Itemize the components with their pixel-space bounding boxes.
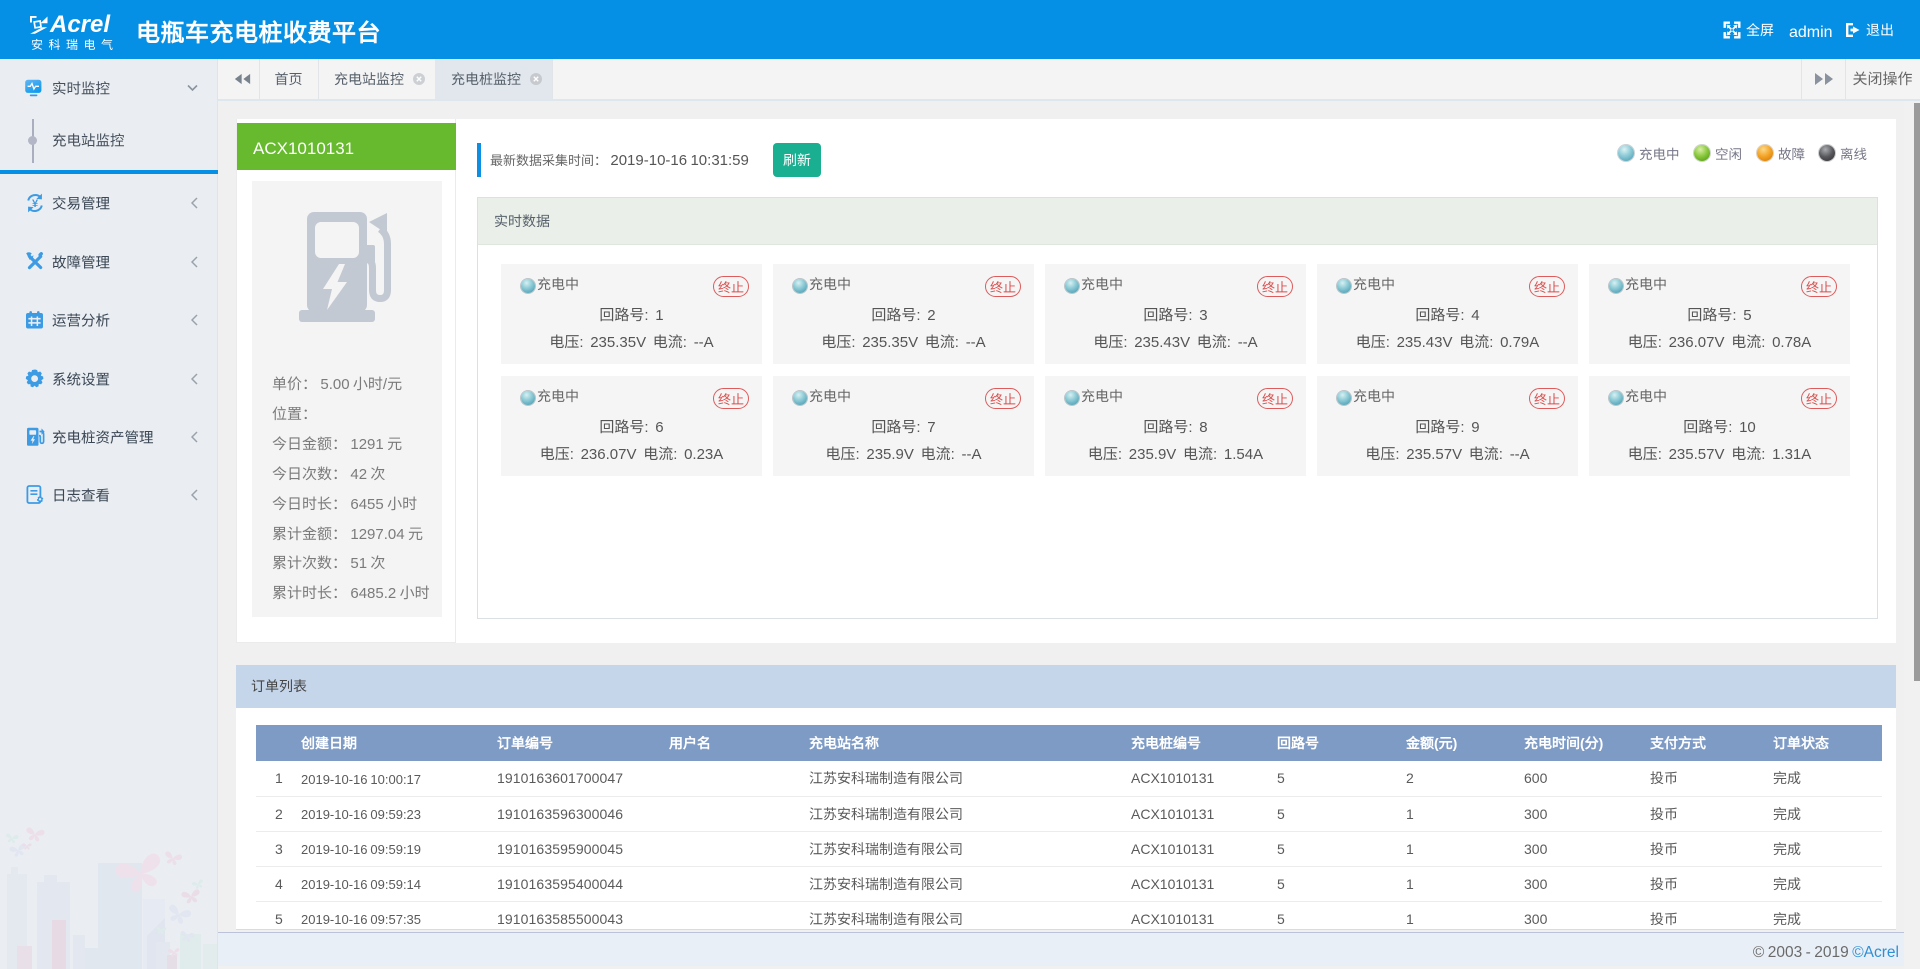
svg-text:¥: ¥ [32, 198, 39, 210]
